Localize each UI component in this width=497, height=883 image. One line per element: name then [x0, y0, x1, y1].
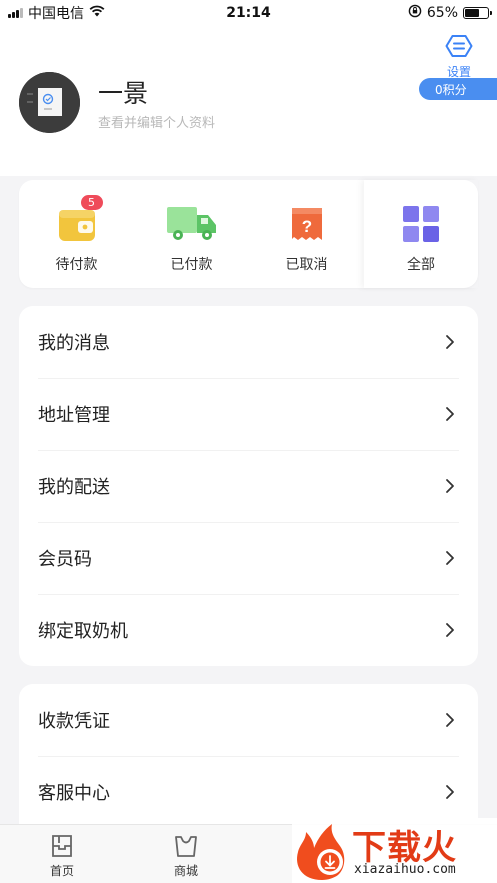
primary-menu-card: 我的消息 地址管理 我的配送 会员码 绑定取奶机	[19, 306, 478, 666]
truck-icon	[166, 204, 218, 244]
order-cancelled[interactable]: ? 已取消	[249, 180, 364, 288]
points-badge[interactable]: 0积分	[419, 78, 497, 100]
menu-item-label: 地址管理	[38, 405, 110, 426]
tab-mall-label: 商城	[173, 864, 198, 878]
tab-mall[interactable]: 商城	[124, 825, 248, 883]
menu-item-messages[interactable]: 我的消息	[19, 306, 478, 378]
chevron-right-icon	[446, 407, 454, 421]
order-label: 已付款	[170, 257, 213, 273]
battery-icon	[463, 7, 492, 19]
avatar[interactable]	[19, 72, 80, 133]
menu-item-label: 我的配送	[38, 477, 110, 498]
settings-icon	[445, 35, 473, 62]
menu-item-label: 绑定取奶机	[38, 621, 128, 642]
wallet-icon: 5	[51, 195, 103, 244]
profile-header: 设置 0积分 一景 查看并编辑个人资料	[0, 26, 497, 176]
svg-text:?: ?	[301, 217, 311, 236]
menu-item-receipts[interactable]: 收款凭证	[19, 684, 478, 756]
edit-profile-link[interactable]: 查看并编辑个人资料	[98, 112, 215, 131]
menu-item-label: 收款凭证	[38, 711, 110, 732]
chevron-right-icon	[446, 785, 454, 799]
flame-logo-icon	[297, 824, 345, 880]
battery-percent: 65%	[426, 5, 458, 21]
order-paid[interactable]: 已付款	[134, 180, 249, 288]
home-icon	[52, 835, 72, 857]
grid-icon	[395, 204, 447, 244]
chevron-right-icon	[446, 551, 454, 565]
signal-icon	[8, 8, 23, 18]
status-bar: 中国电信 21:14 65%	[0, 0, 497, 26]
pending-count-badge: 5	[80, 195, 103, 210]
settings-button[interactable]: 设置	[439, 34, 479, 80]
wifi-icon	[89, 5, 105, 21]
order-label: 全部	[407, 257, 435, 273]
menu-item-delivery[interactable]: 我的配送	[19, 450, 478, 522]
menu-item-address[interactable]: 地址管理	[19, 378, 478, 450]
shopping-bag-icon	[175, 836, 197, 857]
order-pending-payment[interactable]: 5 待付款	[19, 180, 134, 288]
menu-item-bind-machine[interactable]: 绑定取奶机	[19, 594, 478, 666]
menu-item-member-code[interactable]: 会员码	[19, 522, 478, 594]
menu-item-label: 客服中心	[38, 783, 110, 804]
clock: 21:14	[226, 5, 271, 21]
cancel-receipt-icon: ?	[281, 204, 333, 244]
carrier-name: 中国电信	[28, 6, 84, 22]
chevron-right-icon	[446, 623, 454, 637]
chevron-right-icon	[446, 479, 454, 493]
tab-home[interactable]: 首页	[0, 825, 124, 883]
watermark-logo: 下载火 xiazaihuo.com	[292, 818, 497, 883]
menu-item-label: 我的消息	[38, 333, 110, 354]
orientation-lock-icon	[408, 4, 422, 22]
order-label: 已取消	[285, 257, 328, 273]
watermark-text-en: xiazaihuo.com	[354, 862, 456, 877]
menu-item-label: 会员码	[38, 549, 92, 570]
username[interactable]: 一景	[98, 74, 148, 110]
tab-home-label: 首页	[49, 864, 74, 878]
chevron-right-icon	[446, 335, 454, 349]
chevron-right-icon	[446, 713, 454, 727]
order-label: 待付款	[55, 257, 98, 273]
order-status-card: 5 待付款 已付款 ? 已取消 全部	[19, 180, 478, 288]
order-all[interactable]: 全部	[364, 180, 478, 288]
